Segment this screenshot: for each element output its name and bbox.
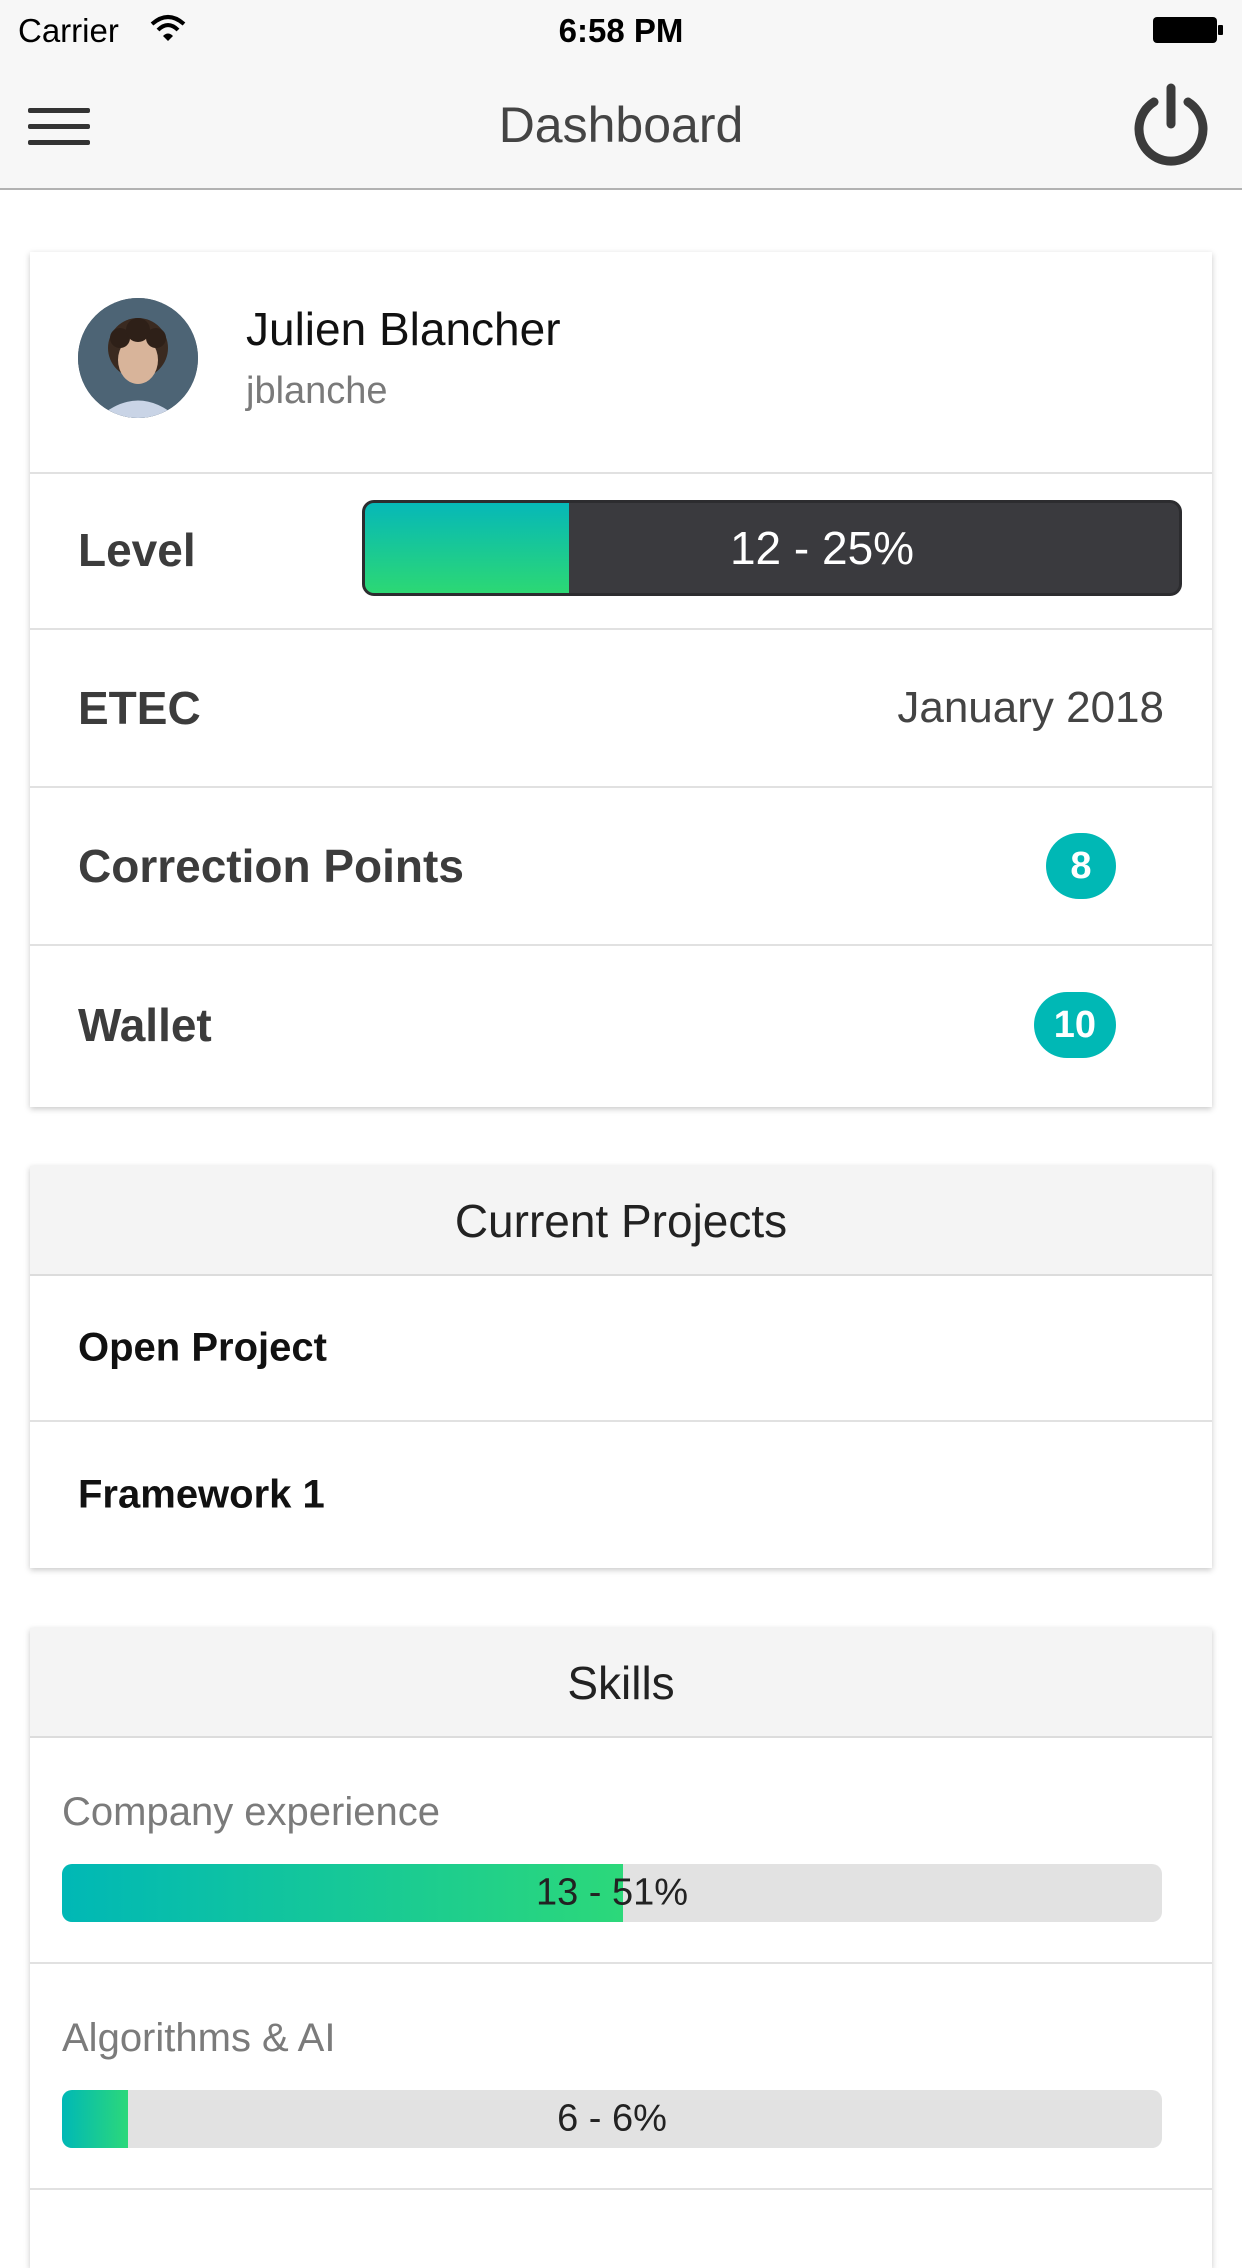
wallet-row: Wallet 10 [30,946,1212,1104]
profile-header: Julien Blancher jblanche [30,252,1212,474]
skills-card: Skills Company experience 13 - 51% Algor… [30,1628,1212,2268]
skill-progress-bar: 6 - 6% [62,2090,1162,2148]
skill-progress-text: 6 - 6% [557,2097,667,2140]
correction-points-badge: 8 [1046,833,1116,899]
avatar-image [78,298,198,418]
user-login: jblanche [246,370,388,412]
status-time: 6:58 PM [558,12,684,49]
list-item[interactable]: Framework 1 [30,1422,1212,1568]
skill-progress-text: 13 - 51% [535,1871,689,1914]
battery-icon [1153,17,1223,43]
skill-label: Algorithms & AI [62,2016,336,2060]
level-progress-bar: 12 - 25% [362,500,1182,596]
profile-card: Julien Blancher jblanche Level 12 - 25% … [30,252,1212,1107]
level-label: Level [78,524,196,576]
user-full-name: Julien Blancher [246,303,561,355]
status-bar: Carrier 6:58 PM [0,0,1242,62]
current-projects-card: Current Projects Open Project Framework … [30,1166,1212,1568]
power-icon[interactable] [1126,80,1216,170]
level-row: Level 12 - 25% [30,472,1212,630]
skill-item: Company experience 13 - 51% [30,1738,1212,1964]
skills-title: Skills [30,1628,1212,1738]
wallet-label: Wallet [78,999,212,1051]
skill-progress-bar: 13 - 51% [62,1864,1162,1922]
correction-points-label: Correction Points [78,840,464,892]
skill-label: Company experience [62,1790,440,1834]
wallet-badge: 10 [1033,992,1116,1058]
page-title: Dashboard [498,97,744,153]
etec-label: ETEC [78,682,201,734]
correction-points-row: Correction Points 8 [30,788,1212,946]
project-label: Framework 1 [78,1472,325,1517]
project-label: Open Project [78,1325,327,1370]
list-item[interactable]: Open Project [30,1276,1212,1422]
skill-item: Algorithms & AI 6 - 6% [30,1964,1212,2190]
current-projects-title: Current Projects [30,1166,1212,1276]
avatar [78,298,198,418]
navigation-bar: Dashboard [0,62,1242,190]
etec-row: ETEC January 2018 [30,630,1212,788]
level-progress-text: 12 - 25% [729,522,915,574]
etec-value: January 2018 [897,683,1164,732]
